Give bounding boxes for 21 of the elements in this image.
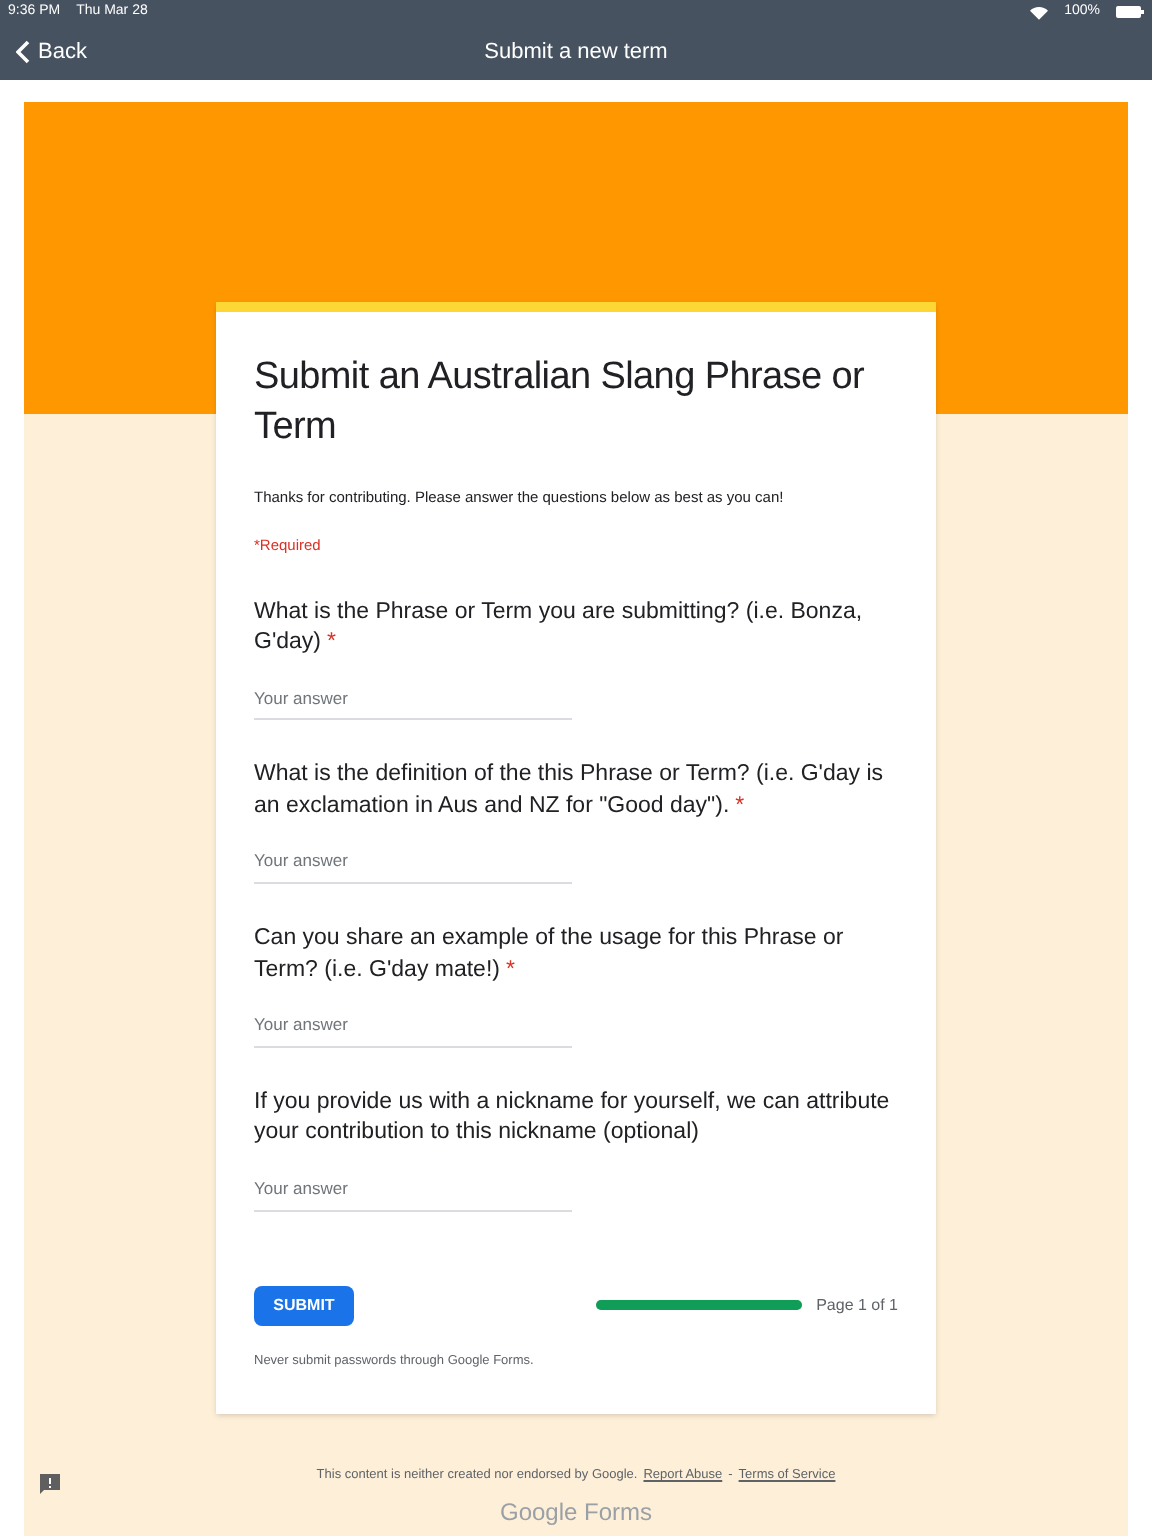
required-asterisk: *: [505, 957, 515, 981]
answer-field[interactable]: Your answer: [254, 848, 572, 884]
brand-wordmark: Google Forms: [499, 1498, 653, 1526]
required-asterisk: *: [327, 630, 336, 654]
question-label: Can you share an example of the usage for this Phrase or Term? (i.e. G'day mate!) *: [254, 924, 846, 985]
battery-icon: [1116, 6, 1144, 18]
form-title: Submit an Australian Slang Phrase or Term: [254, 354, 866, 452]
question-label: If you provide us with a nickname for yourself, we can attribute your contribution to this nickname (optional): [254, 1087, 892, 1149]
back-button[interactable]: Back: [0, 35, 87, 69]
feedback-icon: [38, 1472, 62, 1497]
required-asterisk: *: [735, 793, 745, 818]
question-label: What is the Phrase or Term you are submitting? (i.e. Bonza, G'day) *: [254, 597, 865, 658]
submit-button[interactable]: SUBMIT: [254, 1285, 354, 1325]
chevron-left-icon: [16, 40, 30, 64]
answer-field[interactable]: Your answer: [254, 1175, 572, 1211]
page-indicator: Page 1 of 1: [816, 1293, 898, 1317]
answer-field[interactable]: Your answer: [254, 685, 572, 721]
wifi-icon: [1030, 5, 1049, 19]
answer-field[interactable]: Your answer: [254, 1012, 572, 1048]
nav-title: Submit a new term: [484, 37, 668, 68]
question-label: What is the definition of the this Phrase or Term? (i.e. G'day is an exclamation in Aus and NZ for "Good day"). *: [254, 760, 886, 822]
